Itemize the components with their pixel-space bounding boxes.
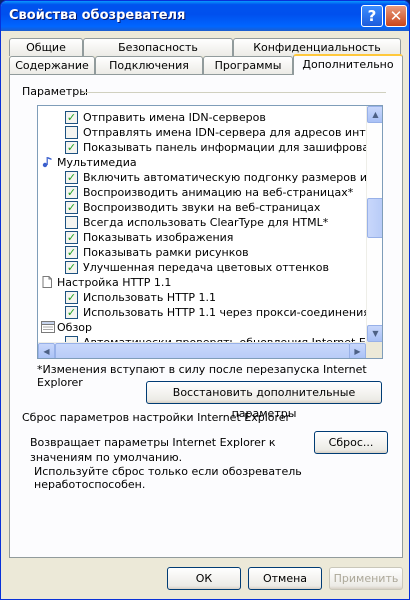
cancel-button[interactable]: Отмена — [248, 567, 322, 590]
tab-advanced[interactable]: Дополнительно — [293, 54, 403, 75]
category-label: Обзор — [57, 321, 93, 334]
setting-label: Воспроизводить анимацию на веб-страницах… — [83, 186, 354, 199]
checkbox-checked[interactable]: ✓ — [65, 141, 78, 154]
checkbox-checked[interactable]: ✓ — [65, 186, 78, 199]
setting-label: Воспроизводить звуки на веб-страницах — [83, 201, 321, 214]
setting-checkbox-row[interactable]: ✓ Показывать панель информации для зашифр… — [38, 140, 366, 155]
setting-label: Автоматически проверять обновления Inter… — [83, 335, 366, 342]
setting-category: Обзор — [38, 320, 366, 335]
checkbox-checked[interactable]: ✓ — [65, 171, 78, 184]
setting-checkbox-row[interactable]: Отправлять имена IDN-сервера для адресов… — [38, 125, 366, 140]
settings-list[interactable]: ✓ Отправить имена IDN-серверов Отправлять … — [38, 106, 366, 342]
document-icon — [41, 276, 53, 288]
setting-checkbox-row[interactable]: ✓ Отправить имена IDN-серверов — [38, 110, 366, 125]
setting-checkbox-row[interactable]: ✓ Воспроизводить анимацию на веб-страница… — [38, 185, 366, 200]
checkbox-unchecked[interactable] — [65, 216, 78, 229]
setting-checkbox-row[interactable]: ✓ Воспроизводить звуки на веб-страницах — [38, 200, 366, 215]
settings-group-label: Параметры — [22, 85, 88, 98]
setting-label: Всегда использовать ClearType для HTML* — [83, 216, 329, 229]
help-button[interactable]: ? — [361, 5, 383, 27]
ok-button[interactable]: ОК — [167, 567, 241, 590]
setting-checkbox-row[interactable]: ✓ Показывать изображения — [38, 230, 366, 245]
window-title: Свойства обозревателя — [9, 8, 186, 23]
internet-options-dialog: Свойства обозревателя ? ✕ Общие Безопасн… — [0, 0, 410, 600]
setting-checkbox-row[interactable]: ✓ Показывать рамки рисунков — [38, 245, 366, 260]
horizontal-scrollbar[interactable]: ◀ ▶ — [38, 342, 366, 358]
checkbox-checked[interactable]: ✓ — [65, 261, 78, 274]
setting-category: Настройка HTTP 1.1 — [38, 275, 366, 290]
advanced-tab-page: Параметры ✓ Отправить имена IDN-серверов О… — [9, 74, 403, 558]
reset-button[interactable]: Сброс... — [314, 431, 388, 454]
setting-label: Показывать рамки рисунков — [83, 246, 249, 259]
group-divider — [82, 92, 386, 93]
vertical-scroll-thumb[interactable] — [367, 198, 382, 238]
reset-description: Возвращает параметры Internet Explorer к… — [30, 436, 276, 464]
scroll-down-button[interactable]: ▼ — [367, 325, 382, 342]
tab-strip: Общие Безопасность Конфиденциальность Со… — [9, 37, 403, 75]
setting-checkbox-row[interactable]: Автоматически проверять обновления Inter… — [38, 335, 366, 342]
setting-checkbox-row[interactable]: ✓ Включить автоматическую подгонку размер… — [38, 170, 366, 185]
category-label: Мультимедиа — [57, 156, 137, 169]
browse-icon — [41, 321, 55, 333]
checkbox-checked[interactable]: ✓ — [65, 291, 78, 304]
checkbox-checked[interactable]: ✓ — [65, 111, 78, 124]
multimedia-icon — [41, 156, 53, 168]
setting-label: Использовать HTTP 1.1 — [83, 291, 217, 304]
setting-checkbox-row[interactable]: ✓ Использовать HTTP 1.1 — [38, 290, 366, 305]
tab-general[interactable]: Общие — [9, 38, 83, 56]
setting-label: Использовать HTTP 1.1 через прокси-соеди… — [83, 306, 366, 319]
setting-category: Мультимедиа — [38, 155, 366, 170]
category-label: Настройка HTTP 1.1 — [57, 276, 172, 289]
vertical-scrollbar[interactable]: ▲ ▼ — [366, 106, 382, 342]
setting-checkbox-row[interactable]: ✓ Улучшенная передача цветовых оттенков — [38, 260, 366, 275]
scroll-up-button[interactable]: ▲ — [367, 106, 382, 123]
setting-checkbox-row[interactable]: ✓ Использовать HTTP 1.1 через прокси-соед… — [38, 305, 366, 320]
tab-connections[interactable]: Подключения — [95, 56, 203, 74]
checkbox-checked[interactable]: ✓ — [65, 201, 78, 214]
reset-hint: Используйте сброс только если обозревате… — [34, 465, 302, 491]
checkbox-checked[interactable]: ✓ — [65, 231, 78, 244]
tab-security[interactable]: Безопасность — [83, 38, 233, 56]
title-bar[interactable]: Свойства обозревателя ? ✕ — [1, 1, 409, 31]
horizontal-scroll-thumb[interactable] — [55, 343, 350, 358]
setting-label: Включить автоматическую подгонку размеро… — [83, 171, 366, 184]
checkbox-unchecked[interactable] — [65, 126, 78, 139]
tab-programs[interactable]: Программы — [203, 56, 293, 74]
tab-content[interactable]: Содержание — [9, 56, 95, 74]
setting-label: Отправить имена IDN-серверов — [83, 111, 266, 124]
checkbox-checked[interactable]: ✓ — [65, 246, 78, 259]
checkbox-checked[interactable]: ✓ — [65, 306, 78, 319]
setting-checkbox-row[interactable]: Всегда использовать ClearType для HTML* — [38, 215, 366, 230]
setting-label: Показывать панель информации для зашифро… — [83, 141, 366, 154]
apply-button: Применить — [329, 567, 403, 590]
setting-label: Показывать изображения — [83, 231, 234, 244]
scrollbar-corner — [366, 342, 382, 358]
restore-advanced-button[interactable]: Восстановить дополнительные параметры — [146, 381, 382, 420]
settings-listbox[interactable]: ✓ Отправить имена IDN-серверов Отправлять … — [37, 105, 383, 359]
setting-label: Отправлять имена IDN-сервера для адресов… — [83, 126, 366, 139]
scroll-left-button[interactable]: ◀ — [38, 343, 55, 358]
close-button[interactable]: ✕ — [385, 5, 407, 27]
setting-label: Улучшенная передача цветовых оттенков — [83, 261, 330, 274]
scroll-right-button[interactable]: ▶ — [349, 343, 366, 358]
reset-section-title: Сброс параметров настройки Internet Expl… — [22, 411, 291, 424]
